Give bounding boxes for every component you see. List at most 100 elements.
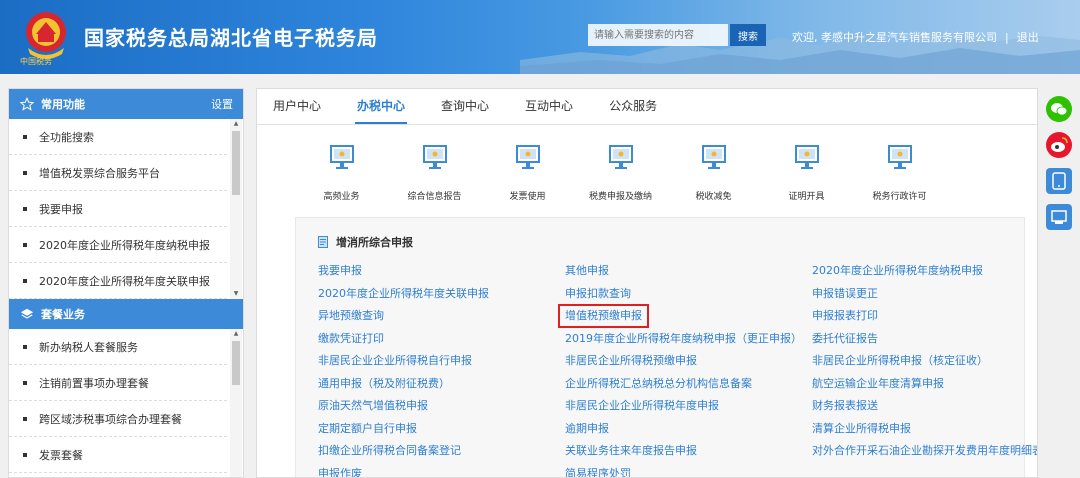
service-tax-relief[interactable]: 税收减免 (667, 145, 760, 202)
bullet (23, 416, 27, 421)
service-label: 税务行政许可 (872, 192, 927, 202)
bullet (23, 242, 27, 247)
package-list-scrollbar[interactable]: ▲ (230, 329, 242, 477)
weibo-icon[interactable] (1046, 132, 1072, 158)
sidebar-item-label: 我要申报 (39, 202, 83, 216)
link-other-declare[interactable]: 其他申报 (565, 260, 802, 283)
site-title: 国家税务总局湖北省电子税务局 (84, 26, 378, 50)
monitor-icon (329, 145, 354, 169)
submenu-title: 增消所综合申报 (318, 234, 413, 250)
bullet (23, 206, 27, 211)
link-declare[interactable]: 我要申报 (318, 260, 489, 283)
sidebar-item-full-search[interactable]: 全功能搜索 (9, 119, 227, 155)
document-icon (318, 236, 328, 248)
bullet (23, 278, 27, 283)
app-download-icon[interactable] (1046, 204, 1072, 230)
link-annual-2019-correction[interactable]: 2019年度企业所得税年度纳税申报（更正申报） (565, 328, 802, 351)
wechat-icon[interactable] (1046, 96, 1072, 122)
service-label: 税收减免 (695, 192, 732, 202)
link-simple-penalty[interactable]: 简易程序处罚 (565, 463, 802, 478)
scrollbar-thumb[interactable] (232, 341, 240, 385)
package-business-title: 套餐业务 (41, 308, 85, 321)
link-general-declare[interactable]: 通用申报（税及附征税费） (318, 373, 489, 396)
search-button[interactable]: 搜索 (730, 24, 766, 46)
link-annual-related-2020[interactable]: 2020年度企业所得税年度关联申报 (318, 283, 489, 306)
tab-tax-center[interactable]: 办税中心 (355, 97, 408, 124)
sidebar-item-label: 2020年度企业所得税年度关联申报 (39, 274, 210, 288)
tab-query-center[interactable]: 查询中心 (439, 97, 491, 124)
app-icon[interactable] (1046, 168, 1072, 194)
link-financial-statements[interactable]: 财务报表报送 (812, 395, 1037, 418)
sidebar-item-label: 跨区域涉税事项综合办理套餐 (39, 412, 182, 426)
link-vat-prepay-declare[interactable]: 增值税预缴申报 (558, 304, 649, 328)
link-error-correction[interactable]: 申报错误更正 (812, 283, 1037, 306)
monitor-icon (515, 145, 540, 169)
service-invoice-use[interactable]: 发票使用 (481, 145, 574, 202)
link-oil-exploration-schedule[interactable]: 对外合作开采石油企业勘探开发费用年度明细表 (812, 440, 1037, 463)
link-consolidated-filing[interactable]: 企业所得税汇总纳税总分机构信息备案 (565, 373, 802, 396)
tab-user-center[interactable]: 用户中心 (271, 97, 323, 124)
tab-public-service[interactable]: 公众服务 (607, 97, 659, 124)
sidebar-item-deregistration[interactable]: 注销前置事项办理套餐 (9, 365, 227, 401)
link-report-print[interactable]: 申报报表打印 (812, 305, 1037, 328)
common-functions-header: 常用功能 设置 (9, 89, 243, 119)
service-info-report[interactable]: 综合信息报告 (388, 145, 481, 202)
link-void-declaration[interactable]: 申报作废 (318, 463, 489, 478)
sidebar-item-label: 增值税发票综合服务平台 (39, 166, 160, 180)
service-high-frequency[interactable]: 高频业务 (295, 145, 388, 202)
main-tabs: 用户中心 办税中心 查询中心 互动中心 公众服务 (257, 89, 1037, 125)
link-withholding-contract[interactable]: 扣缴企业所得税合同备案登记 (318, 440, 489, 463)
link-annual-tax-2020[interactable]: 2020年度企业所得税年度纳税申报 (812, 260, 1037, 283)
search-input[interactable] (588, 24, 728, 46)
logout-link[interactable]: 退出 (1017, 31, 1039, 44)
submenu-title-text: 增消所综合申报 (336, 236, 413, 249)
link-oil-gas-vat[interactable]: 原油天然气增值税申报 (318, 395, 489, 418)
left-sidebar: 常用功能 设置 全功能搜索 增值税发票综合服务平台 我要申报 2020年度企业所… (8, 88, 244, 478)
sidebar-item-annual-related-2020[interactable]: 2020年度企业所得税年度关联申报 (9, 263, 227, 299)
link-agent-collection[interactable]: 委托代征报告 (812, 328, 1037, 351)
tax-emblem-icon (26, 12, 66, 59)
submenu-column-3: 2020年度企业所得税年度纳税申报 申报错误更正 申报报表打印 委托代征报告 非… (812, 260, 1037, 463)
service-label: 高频业务 (323, 192, 360, 202)
sidebar-item-cross-region[interactable]: 跨区域涉税事项综合办理套餐 (9, 401, 227, 437)
link-liquidation-declare[interactable]: 清算企业所得税申报 (812, 418, 1037, 441)
sidebar-item-declare[interactable]: 我要申报 (9, 191, 227, 227)
sidebar-item-vat-invoice-platform[interactable]: 增值税发票综合服务平台 (9, 155, 227, 191)
settings-link[interactable]: 设置 (211, 96, 233, 112)
link-overdue-declare[interactable]: 逾期申报 (565, 418, 802, 441)
scrollbar-thumb[interactable] (232, 131, 240, 195)
link-fixed-quota-declare[interactable]: 定期定额户自行申报 (318, 418, 489, 441)
link-deduction-query[interactable]: 申报扣款查询 (565, 283, 802, 306)
scroll-down-icon[interactable]: ▼ (230, 289, 242, 299)
sidebar-item-annual-tax-2020[interactable]: 2020年度企业所得税年度纳税申报 (9, 227, 227, 263)
scroll-up-icon[interactable]: ▲ (230, 119, 242, 129)
declaration-submenu: 增消所综合申报 我要申报 2020年度企业所得税年度关联申报 异地预缴查询 缴款… (295, 217, 1037, 478)
service-tax-declaration[interactable]: 税费申报及缴纳 (574, 145, 667, 202)
welcome-area: 欢迎, 孝感中升之星汽车销售服务有限公司 | 退出 (792, 29, 1039, 45)
link-nonresident-assessed[interactable]: 非居民企业所得税申报（核定征收） (812, 350, 1037, 373)
link-related-transactions[interactable]: 关联业务往来年度报告申报 (565, 440, 802, 463)
link-remote-prepay-query[interactable]: 异地预缴查询 (318, 305, 489, 328)
sidebar-item-new-taxpayer[interactable]: 新办纳税人套餐服务 (9, 329, 227, 365)
package-business-list: 新办纳税人套餐服务 注销前置事项办理套餐 跨区域涉税事项综合办理套餐 发票套餐 … (9, 329, 243, 477)
link-nonresident-annual[interactable]: 非居民企业企业所得税年度申报 (565, 395, 802, 418)
link-nonresident-prepay[interactable]: 非居民企业所得税预缴申报 (565, 350, 802, 373)
bullet (23, 452, 27, 457)
bullet (23, 344, 27, 349)
monitor-icon (701, 145, 726, 169)
link-airline-settlement[interactable]: 航空运输企业年度清算申报 (812, 373, 1037, 396)
service-label: 发票使用 (509, 192, 546, 202)
scroll-up-icon[interactable]: ▲ (230, 329, 242, 339)
star-icon (19, 97, 35, 111)
service-label: 证明开具 (788, 192, 825, 202)
sidebar-item-invoice-package[interactable]: 发票套餐 (9, 437, 227, 473)
tab-interaction-center[interactable]: 互动中心 (523, 97, 575, 124)
link-nonresident-self-declare[interactable]: 非居民企业企业所得税自行申报 (318, 350, 489, 373)
common-list-scrollbar[interactable]: ▲ ▼ (230, 119, 242, 299)
floating-share-icons (1046, 96, 1072, 240)
link-payment-voucher-print[interactable]: 缴款凭证打印 (318, 328, 489, 351)
common-functions-list: 全功能搜索 增值税发票综合服务平台 我要申报 2020年度企业所得税年度纳税申报… (9, 119, 243, 299)
service-admin-license[interactable]: 税务行政许可 (853, 145, 946, 202)
service-certificate[interactable]: 证明开具 (760, 145, 853, 202)
monitor-icon (422, 145, 447, 169)
